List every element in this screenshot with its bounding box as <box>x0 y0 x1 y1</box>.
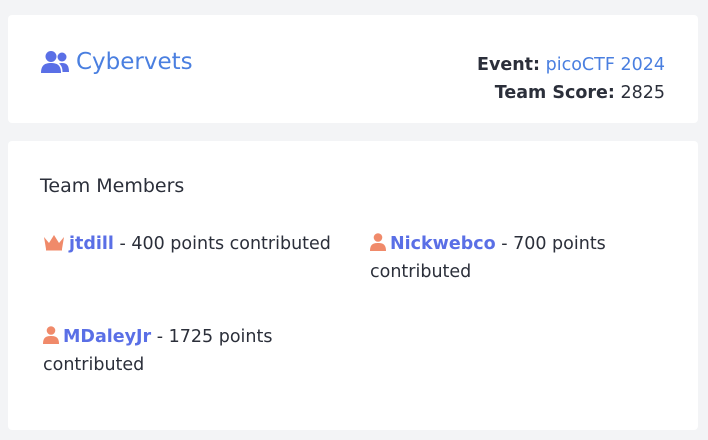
user-icon <box>370 233 386 251</box>
member-detail: - 400 points contributed <box>119 234 331 254</box>
score-row: Team Score: 2825 <box>477 79 665 107</box>
event-link[interactable]: picoCTF 2024 <box>546 55 665 75</box>
member-item: jtdill - 400 points contributed <box>43 230 333 258</box>
team-header-card: Cybervets Event: picoCTF 2024 Team Score… <box>8 15 698 123</box>
team-title: Cybervets <box>40 49 193 75</box>
users-icon <box>41 51 69 73</box>
event-row: Event: picoCTF 2024 <box>477 51 665 79</box>
event-label: Event: <box>476 55 541 75</box>
team-meta: Event: picoCTF 2024 Team Score: 2825 <box>477 51 665 107</box>
members-title: Team Members <box>40 175 185 197</box>
member-name-link[interactable]: Nickwebco <box>390 234 496 254</box>
team-members-card: Team Members jtdill - 400 points contrib… <box>8 141 698 430</box>
team-name: Cybervets <box>76 49 193 75</box>
user-icon <box>43 326 59 344</box>
member-item: Nickwebco - 700 points contributed <box>370 230 650 286</box>
score-label: Team Score: <box>494 83 615 103</box>
member-name-link[interactable]: jtdill <box>69 234 114 254</box>
member-item: MDaleyJr - 1725 points contributed <box>43 323 303 379</box>
crown-icon <box>44 235 64 251</box>
member-name-link[interactable]: MDaleyJr <box>63 327 151 347</box>
score-value: 2825 <box>620 83 665 103</box>
